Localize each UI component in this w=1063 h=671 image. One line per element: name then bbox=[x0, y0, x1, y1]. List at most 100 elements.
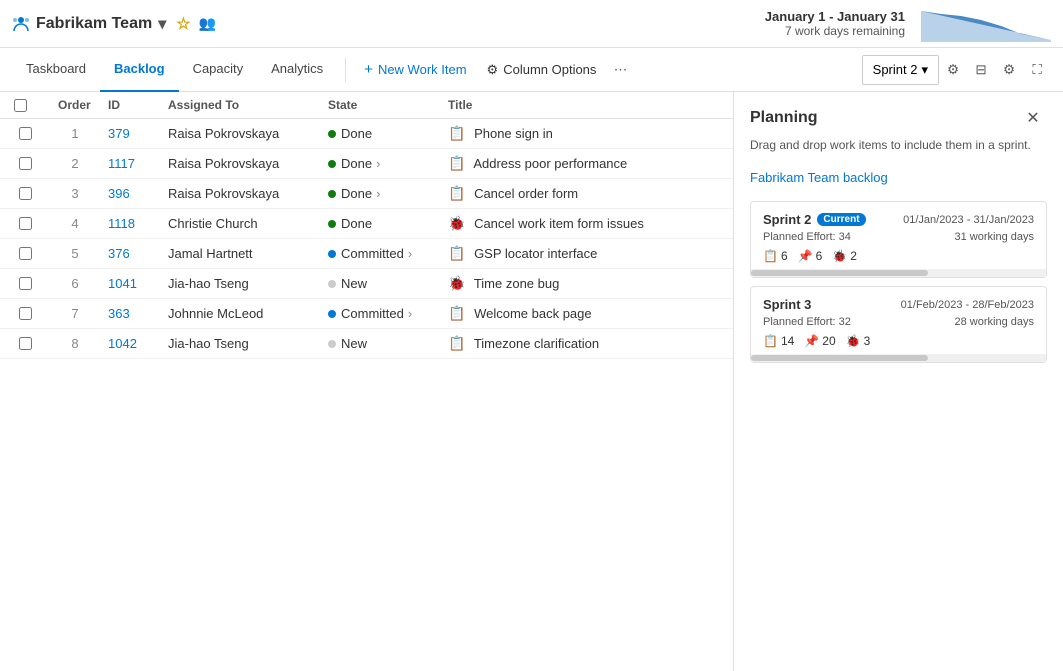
work-item-id-link[interactable]: 376 bbox=[108, 246, 130, 261]
team-icon bbox=[12, 15, 30, 33]
members-icon[interactable]: 👥 bbox=[199, 15, 216, 32]
bugs-num: 2 bbox=[850, 249, 857, 263]
select-all-checkbox[interactable] bbox=[14, 99, 27, 112]
state-dot bbox=[328, 160, 336, 168]
sprint-scrollbar-thumb bbox=[751, 270, 928, 276]
table-row: 2 1117 Raisa Pokrovskaya Done › 📋 Addres… bbox=[0, 149, 733, 179]
planning-panel: Planning ✕ Drag and drop work items to i… bbox=[733, 92, 1063, 671]
work-item-id-link[interactable]: 379 bbox=[108, 126, 130, 141]
row-assigned: Jia-hao Tseng bbox=[160, 269, 320, 299]
sprint-effort-row: Planned Effort: 34 31 working days bbox=[763, 231, 1034, 243]
settings-icon[interactable]: ⚙ bbox=[995, 56, 1023, 84]
date-range: January 1 - January 31 bbox=[765, 9, 905, 24]
expand-arrow: › bbox=[408, 306, 412, 321]
task-icon: 📌 bbox=[804, 334, 819, 348]
row-checkbox[interactable] bbox=[19, 247, 32, 260]
star-icon[interactable]: ☆ bbox=[176, 14, 190, 34]
table-row: 6 1041 Jia-hao Tseng New 🐞 Time zone bug bbox=[0, 269, 733, 299]
row-assigned: Jia-hao Tseng bbox=[160, 329, 320, 359]
sprint-icons-row: 📋 14 📌 20 🐞 3 bbox=[763, 334, 1034, 348]
tab-taskboard[interactable]: Taskboard bbox=[12, 48, 100, 92]
work-item-id-link[interactable]: 363 bbox=[108, 306, 130, 321]
stories-num: 6 bbox=[781, 249, 788, 263]
table-row: 4 1118 Christie Church Done 🐞 Cancel wor… bbox=[0, 209, 733, 239]
table-row: 7 363 Johnnie McLeod Committed › 📋 Welco… bbox=[0, 299, 733, 329]
row-checkbox[interactable] bbox=[19, 187, 32, 200]
dropdown-chevron-icon: ▾ bbox=[921, 62, 928, 78]
tasks-num: 20 bbox=[822, 334, 835, 348]
sprint-bugs-count: 🐞 3 bbox=[846, 334, 871, 348]
row-assigned: Johnnie McLeod bbox=[160, 299, 320, 329]
story-icon: 📋 bbox=[448, 245, 465, 261]
filter-icon[interactable]: ⊟ bbox=[967, 56, 995, 84]
work-item-id-link[interactable]: 1118 bbox=[108, 216, 135, 231]
backlog-panel: Order ID Assigned To State Title 1 379 R… bbox=[0, 92, 733, 671]
bug-icon: 🐞 bbox=[448, 275, 465, 291]
row-checkbox[interactable] bbox=[19, 157, 32, 170]
row-checkbox-cell bbox=[0, 299, 50, 329]
col-header-checkbox bbox=[0, 92, 50, 119]
column-options-button[interactable]: ⚙ Column Options bbox=[477, 54, 607, 86]
title-text: Time zone bug bbox=[474, 276, 560, 291]
table-row: 3 396 Raisa Pokrovskaya Done › 📋 Cancel … bbox=[0, 179, 733, 209]
backlog-link-section: Fabrikam Team backlog bbox=[734, 162, 1063, 193]
column-options-icon: ⚙ bbox=[487, 62, 499, 78]
row-title: 📋 Welcome back page bbox=[440, 299, 733, 329]
row-assigned: Christie Church bbox=[160, 209, 320, 239]
sprint-dropdown[interactable]: Sprint 2 ▾ bbox=[862, 55, 939, 85]
sprint-workdays: 28 working days bbox=[955, 316, 1035, 328]
sprint-tasks-count: 📌 6 bbox=[798, 249, 823, 263]
row-id: 1118 bbox=[100, 209, 160, 239]
backlog-link[interactable]: Fabrikam Team backlog bbox=[750, 170, 888, 185]
fullscreen-icon[interactable]: ⛶ bbox=[1023, 56, 1051, 84]
filter-settings-icon[interactable]: ⚙ bbox=[939, 56, 967, 84]
row-order: 1 bbox=[50, 119, 100, 149]
sprint-card-header: Sprint 2 Current 01/Jan/2023 - 31/Jan/20… bbox=[751, 202, 1046, 269]
title-text: Welcome back page bbox=[474, 306, 592, 321]
state-dot bbox=[328, 130, 336, 138]
tab-capacity[interactable]: Capacity bbox=[179, 48, 258, 92]
story-icon: 📋 bbox=[448, 305, 465, 321]
row-checkbox[interactable] bbox=[19, 307, 32, 320]
work-item-id-link[interactable]: 396 bbox=[108, 186, 130, 201]
row-state: Committed › bbox=[320, 239, 440, 269]
tab-backlog[interactable]: Backlog bbox=[100, 48, 179, 92]
row-state: Done › bbox=[320, 149, 440, 179]
title-text: Timezone clarification bbox=[474, 336, 599, 351]
row-checkbox[interactable] bbox=[19, 127, 32, 140]
new-work-item-button[interactable]: + New Work Item bbox=[354, 54, 476, 86]
team-dropdown-icon[interactable]: ▾ bbox=[158, 14, 166, 34]
row-checkbox-cell bbox=[0, 239, 50, 269]
row-order: 5 bbox=[50, 239, 100, 269]
work-item-id-link[interactable]: 1042 bbox=[108, 336, 137, 351]
row-order: 3 bbox=[50, 179, 100, 209]
row-checkbox[interactable] bbox=[19, 217, 32, 230]
col-header-id: ID bbox=[100, 92, 160, 119]
row-checkbox[interactable] bbox=[19, 337, 32, 350]
sprint-stories-count: 📋 6 bbox=[763, 249, 788, 263]
state-text: New bbox=[341, 276, 367, 291]
expand-arrow: › bbox=[376, 186, 380, 201]
table-row: 5 376 Jamal Hartnett Committed › 📋 GSP l… bbox=[0, 239, 733, 269]
sprint-title-row: Sprint 3 01/Feb/2023 - 28/Feb/2023 bbox=[763, 297, 1034, 312]
row-state: Done bbox=[320, 119, 440, 149]
planning-close-button[interactable]: ✕ bbox=[1019, 104, 1047, 132]
row-id: 379 bbox=[100, 119, 160, 149]
sprint-effort-row: Planned Effort: 32 28 working days bbox=[763, 316, 1034, 328]
row-id: 1041 bbox=[100, 269, 160, 299]
sprint-scrollbar[interactable] bbox=[751, 269, 1046, 277]
row-title: 📋 Timezone clarification bbox=[440, 329, 733, 359]
more-options-button[interactable]: ⋯ bbox=[606, 56, 634, 84]
state-dot bbox=[328, 250, 336, 258]
planning-body: Fabrikam Team backlog Sprint 2 Current 0… bbox=[734, 162, 1063, 671]
work-item-id-link[interactable]: 1041 bbox=[108, 276, 137, 291]
row-checkbox[interactable] bbox=[19, 277, 32, 290]
col-header-state: State bbox=[320, 92, 440, 119]
work-item-id-link[interactable]: 1117 bbox=[108, 156, 135, 171]
tab-analytics[interactable]: Analytics bbox=[257, 48, 337, 92]
team-name: Fabrikam Team bbox=[36, 15, 152, 33]
state-text: Done bbox=[341, 216, 372, 231]
title-text: Phone sign in bbox=[474, 126, 553, 141]
sprint-scrollbar[interactable] bbox=[751, 354, 1046, 362]
table-row: 1 379 Raisa Pokrovskaya Done 📋 Phone sig… bbox=[0, 119, 733, 149]
